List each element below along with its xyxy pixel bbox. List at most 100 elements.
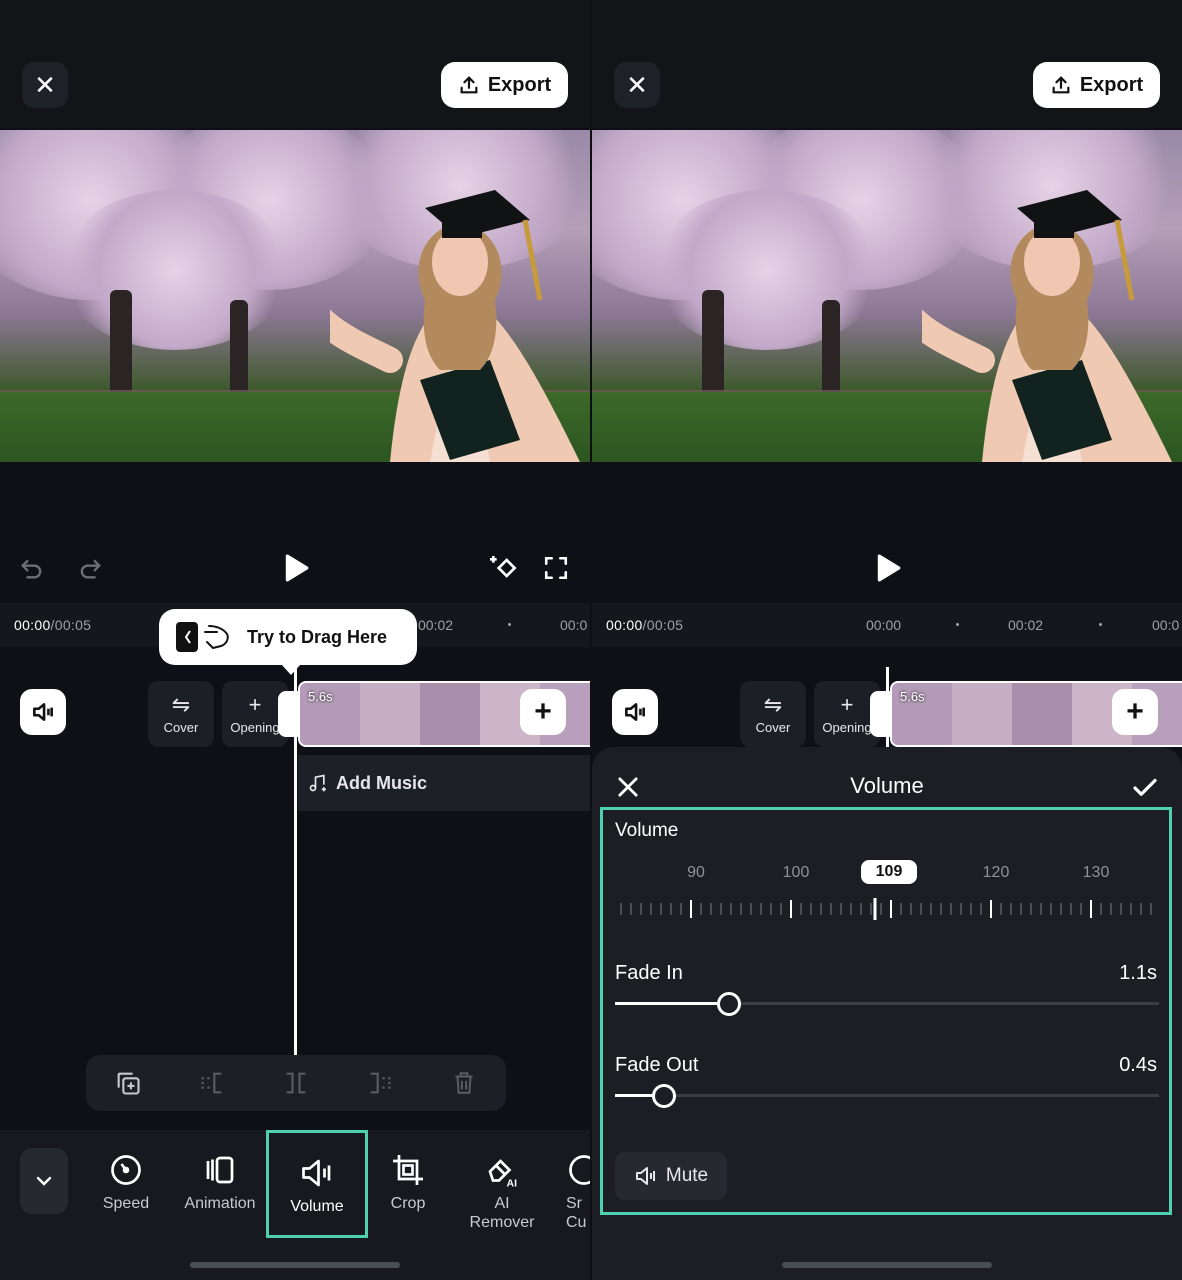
play-icon xyxy=(877,554,901,582)
scale-label: 120 xyxy=(982,864,1010,881)
animation-icon xyxy=(206,1156,234,1184)
scale-label: 100 xyxy=(782,864,810,881)
speaker-icon xyxy=(625,703,645,721)
fullscreen-icon xyxy=(544,556,568,580)
scale-label: 130 xyxy=(1082,864,1110,881)
undo-button[interactable] xyxy=(12,548,52,588)
close-icon: ✕ xyxy=(626,69,648,100)
undo-icon xyxy=(21,559,42,579)
plus-icon: + xyxy=(1126,695,1144,728)
checkmark-icon[interactable] xyxy=(1130,773,1160,803)
tick-label: 00:02 xyxy=(418,617,454,633)
speaker-icon xyxy=(33,703,53,721)
export-label: Export xyxy=(1079,73,1144,96)
split-button[interactable] xyxy=(280,1067,312,1099)
close-button[interactable]: ✕ xyxy=(22,62,68,108)
volume-dial[interactable] xyxy=(619,898,1159,920)
duplicate-button[interactable] xyxy=(112,1067,144,1099)
export-button[interactable]: Export xyxy=(1033,62,1160,108)
play-button[interactable] xyxy=(276,548,316,588)
playhead[interactable] xyxy=(294,667,297,1055)
timecode: 00:00/00:05 xyxy=(606,617,684,633)
volume-label: Volume xyxy=(615,820,679,841)
fade-in-knob[interactable] xyxy=(717,992,741,1016)
swap-icon: ⇋ xyxy=(763,691,783,717)
sheet-header: Volume xyxy=(592,767,1182,807)
fade-in-slider[interactable] xyxy=(615,992,1159,1016)
tick-label: 00:02 xyxy=(1008,617,1044,633)
tool-ai-remover[interactable]: AI AI Remover xyxy=(452,1130,552,1238)
fade-in-label: Fade In xyxy=(615,962,683,984)
tick-label: 00:0 xyxy=(560,617,588,633)
upload-icon xyxy=(460,76,478,94)
collapse-button[interactable] xyxy=(20,1148,68,1214)
timeline-ruler[interactable]: 00:00/00:05 00:00 00:02 00:0 xyxy=(592,603,1182,647)
plus-icon: + xyxy=(534,695,552,728)
music-note-icon xyxy=(309,774,326,792)
graduate-figure xyxy=(330,190,580,462)
home-indicator xyxy=(190,1262,400,1268)
home-indicator xyxy=(782,1262,992,1268)
video-preview[interactable] xyxy=(0,130,590,462)
volume-settings: Volume 90 100 109 120 130 Fade In 1.1s F… xyxy=(600,807,1172,1215)
plus-icon: + xyxy=(840,691,854,717)
add-music-button[interactable]: Add Music xyxy=(298,755,590,811)
tool-smart-cutout[interactable]: Sr Cu xyxy=(540,1130,590,1238)
cover-button[interactable]: ⇋ Cover xyxy=(740,681,806,747)
bottom-toolbar: Speed Animation Volume Crop AI AI Remove… xyxy=(0,1130,590,1280)
original-audio-button[interactable] xyxy=(20,689,66,735)
export-button[interactable]: Export xyxy=(441,62,568,108)
fade-out-value: 0.4s xyxy=(1119,1054,1157,1076)
volume-sheet: Volume Volume 90 100 109 120 130 Fade In… xyxy=(592,747,1182,1280)
play-icon xyxy=(285,554,309,582)
add-clip-button[interactable]: + xyxy=(520,689,566,735)
volume-value-badge: 109 xyxy=(861,860,917,884)
volume-icon xyxy=(302,1159,331,1187)
fade-in-value: 1.1s xyxy=(1119,962,1157,984)
chevron-down-icon xyxy=(36,1176,52,1186)
swap-icon: ⇋ xyxy=(171,691,191,717)
export-label: Export xyxy=(487,73,552,96)
plus-icon: + xyxy=(248,691,262,717)
delete-button[interactable] xyxy=(448,1067,480,1099)
editor-pane-right: ✕ Export 00:00/00:05 00:00 00:02 00:0 ⇋ … xyxy=(592,0,1182,1280)
mute-button[interactable]: Mute xyxy=(615,1152,727,1200)
smart-cutout-icon xyxy=(569,1155,590,1185)
tool-speed[interactable]: Speed xyxy=(76,1130,176,1238)
split-icon xyxy=(286,1072,306,1094)
speed-icon xyxy=(111,1155,141,1185)
scale-label: 90 xyxy=(687,864,705,881)
playback-controls xyxy=(0,540,590,596)
speaker-icon xyxy=(635,1167,655,1185)
play-button[interactable] xyxy=(868,548,908,588)
trim-start-button[interactable] xyxy=(196,1067,228,1099)
cover-button[interactable]: ⇋ Cover xyxy=(148,681,214,747)
timecode: 00:00/00:05 xyxy=(14,617,92,633)
keyframe-icon xyxy=(490,556,517,578)
clip-length: 5.6s xyxy=(900,689,925,704)
trim-end-button[interactable] xyxy=(364,1067,396,1099)
trim-end-icon xyxy=(370,1072,391,1094)
tool-volume[interactable]: Volume xyxy=(266,1130,368,1238)
fade-out-knob[interactable] xyxy=(652,1084,676,1108)
fade-out-slider[interactable] xyxy=(615,1084,1159,1108)
ai-remover-icon: AI xyxy=(488,1159,517,1188)
drag-tooltip: Try to Drag Here xyxy=(159,609,417,675)
trim-start-icon xyxy=(201,1072,222,1094)
tick-label: 00:00 xyxy=(866,617,902,633)
original-audio-button[interactable] xyxy=(612,689,658,735)
tool-crop[interactable]: Crop xyxy=(358,1130,458,1238)
tool-animation[interactable]: Animation xyxy=(170,1130,270,1238)
duplicate-icon xyxy=(117,1072,140,1095)
add-clip-button[interactable]: + xyxy=(1112,689,1158,735)
sheet-title: Volume xyxy=(850,773,924,798)
clip-length: 5.6s xyxy=(308,689,333,704)
editor-pane-left: ✕ Export 00:00/00:05 00:02 00:0 ⇋ Cover … xyxy=(0,0,590,1280)
close-button[interactable]: ✕ xyxy=(614,62,660,108)
redo-button[interactable] xyxy=(70,548,110,588)
video-preview[interactable] xyxy=(592,130,1182,462)
graduate-figure xyxy=(922,190,1172,462)
upload-icon xyxy=(1052,76,1070,94)
keyframe-button[interactable] xyxy=(484,548,524,588)
fullscreen-button[interactable] xyxy=(536,548,576,588)
